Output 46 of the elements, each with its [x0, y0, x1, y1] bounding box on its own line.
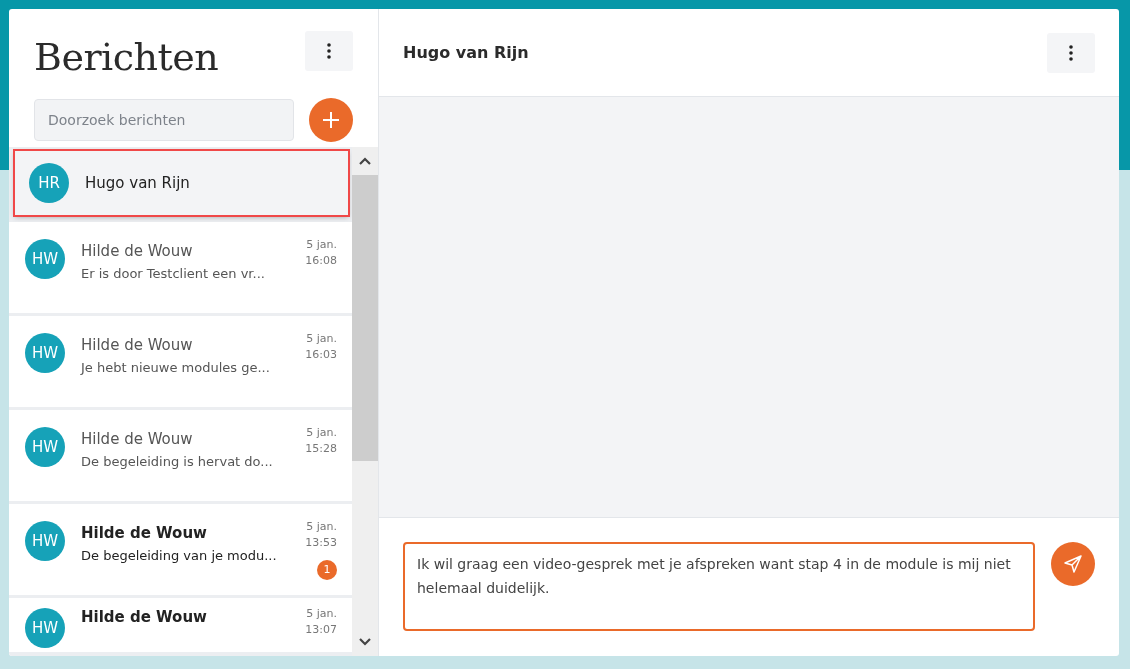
- contact-name: Hilde de Wouw: [81, 524, 208, 542]
- plus-icon: [322, 111, 340, 129]
- avatar: HR: [29, 163, 69, 203]
- message-time: 15:28: [305, 441, 337, 457]
- unread-count: 1: [317, 560, 337, 580]
- contact-name: Hilde de Wouw: [81, 608, 208, 626]
- contact-name: Hilde de Wouw: [81, 336, 194, 354]
- message-preview: De begeleiding van je modu...: [81, 548, 278, 563]
- scroll-thumb[interactable]: [352, 175, 378, 461]
- conversation-item[interactable]: HW Hilde de Wouw Je hebt nieuwe modules ge... 5 jan. 16:03: [9, 316, 352, 407]
- page-title: Berichten: [34, 35, 219, 79]
- contact-name: Hilde de Wouw: [81, 242, 194, 260]
- search-field[interactable]: Doorzoek berichten: [34, 99, 294, 141]
- send-icon: [1063, 554, 1083, 574]
- message-date: 5 jan.: [306, 425, 337, 441]
- message-preview: Je hebt nieuwe modules ge...: [81, 360, 271, 375]
- avatar: HW: [25, 239, 65, 279]
- conversation-item[interactable]: HW Hilde de Wouw De begeleiding van je modu... 5 jan. 13:53 1: [9, 504, 352, 595]
- message-preview: De begeleiding is hervat do...: [81, 454, 274, 469]
- conversation-item[interactable]: HW Hilde de Wouw Er is door Testclient een vr... 5 jan. 16:08: [9, 222, 352, 313]
- message-date: 5 jan.: [306, 237, 337, 253]
- message-date: 5 jan.: [306, 606, 337, 622]
- message-date: 5 jan.: [306, 519, 337, 535]
- avatar: HW: [25, 608, 65, 648]
- scroll-up-icon[interactable]: [359, 157, 371, 165]
- avatar: HW: [25, 427, 65, 467]
- message-time: 13:07: [305, 622, 337, 638]
- scroll-down-icon[interactable]: [359, 638, 371, 646]
- contact-name: Hilde de Wouw: [81, 430, 194, 448]
- message-time: 13:53: [305, 535, 337, 551]
- message-input[interactable]: Ik wil graag een video-gesprek met je afspreken want stap 4 in de module is mij niet helemaal duidelijk.: [403, 542, 1035, 631]
- message-preview: Er is door Testclient een vr...: [81, 266, 266, 281]
- chat-title: Hugo van Rijn: [403, 43, 529, 62]
- add-button[interactable]: [309, 98, 353, 142]
- more-icon: [1069, 44, 1073, 61]
- message-time: 16:03: [305, 347, 337, 363]
- message-time: 16:08: [305, 253, 337, 269]
- contact-name: Hugo van Rijn: [85, 174, 191, 192]
- more-icon: [327, 43, 331, 59]
- avatar: HW: [25, 521, 65, 561]
- message-date: 5 jan.: [306, 331, 337, 347]
- conversation-item[interactable]: HR Hugo van Rijn: [15, 151, 348, 215]
- avatar: HW: [25, 333, 65, 373]
- conversation-item[interactable]: HW Hilde de Wouw De begeleiding is hervat do... 5 jan. 15:28: [9, 410, 352, 501]
- send-button[interactable]: [1051, 542, 1095, 586]
- conversation-item[interactable]: HW Hilde de Wouw 5 jan. 13:07: [9, 598, 352, 652]
